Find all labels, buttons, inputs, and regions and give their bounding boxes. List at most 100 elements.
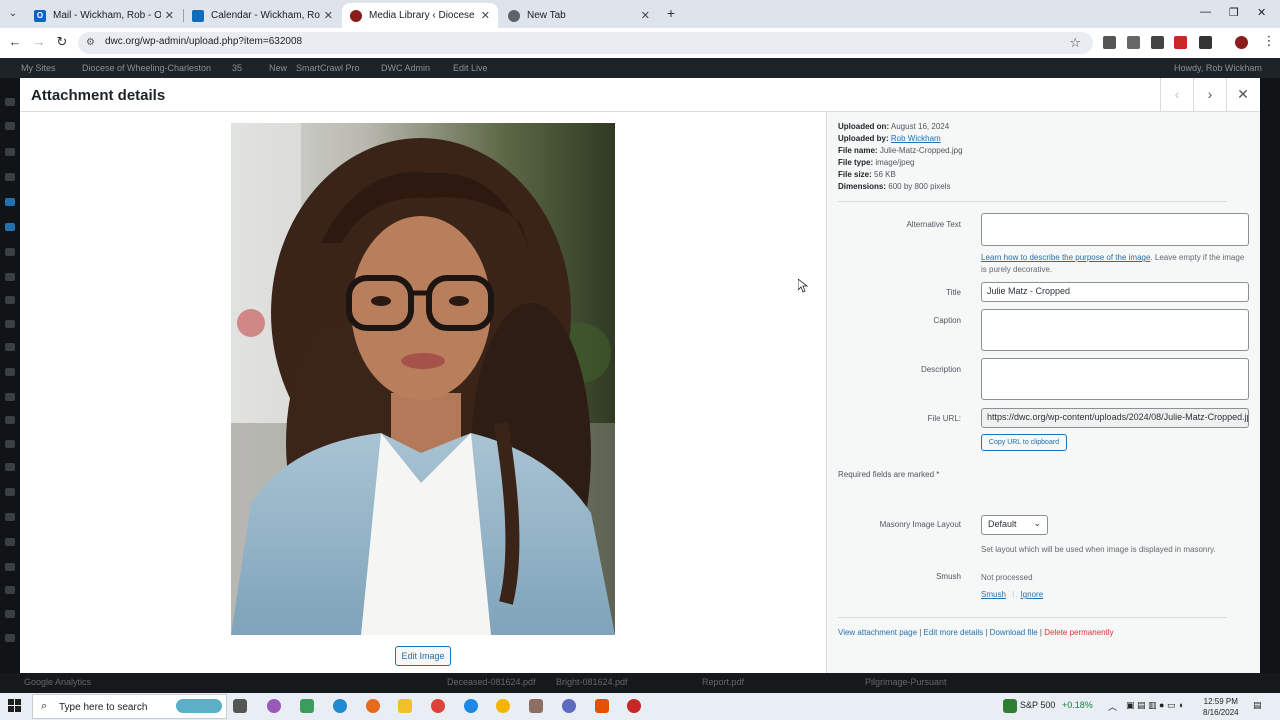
admin-bar-updates[interactable]: 35	[232, 63, 242, 73]
description-field[interactable]	[981, 358, 1249, 400]
backdrop-right	[1260, 78, 1280, 673]
back-icon[interactable]: ←	[6, 34, 24, 49]
close-tab-icon[interactable]: ✕	[165, 9, 174, 22]
puzzle-extensions-icon[interactable]	[1199, 36, 1212, 49]
file-size-value: 56 KB	[874, 170, 896, 179]
chrome-icon	[508, 9, 520, 22]
extension-icon[interactable]	[1103, 36, 1116, 49]
file-explorer-icon[interactable]	[398, 699, 412, 713]
backdrop-text: Pilgrimage-Pursuant	[865, 677, 947, 687]
smush-link[interactable]: Smush	[981, 590, 1006, 599]
admin-bar-new[interactable]: New	[269, 63, 287, 73]
edit-image-button[interactable]: Edit Image	[395, 646, 451, 666]
notifications-icon[interactable]: ▤	[1253, 700, 1262, 711]
title-label: Title	[946, 288, 961, 297]
admin-bar-dwc-admin[interactable]: DWC Admin	[381, 63, 430, 73]
ignore-link[interactable]: Ignore	[1020, 590, 1043, 599]
profile-avatar[interactable]	[1235, 36, 1248, 49]
close-tab-icon[interactable]: ✕	[641, 9, 650, 22]
masonry-layout-select[interactable]: Default ⌄	[981, 515, 1048, 535]
uploaded-by-link[interactable]: Rob Wickham	[891, 134, 941, 143]
download-file-link[interactable]: Download file	[990, 628, 1038, 637]
smush-actions: Smush | Ignore	[981, 590, 1044, 599]
tab-new-tab[interactable]: New Tab ✕	[500, 3, 658, 28]
attachment-actions: View attachment page | Edit more details…	[838, 628, 1114, 637]
file-url-label: File URL:	[927, 414, 961, 423]
browser-toolbar: ← → ↻ ⚙ dwc.org/wp-admin/upload.php?item…	[0, 28, 1280, 58]
divider	[838, 617, 1227, 618]
admin-bar-site-name[interactable]: Diocese of Wheeling-Charleston	[82, 63, 211, 73]
tray-icons[interactable]: ▣ ▤ ▥ ● ▭ ◖	[1126, 700, 1183, 711]
backdrop-text: Google Analytics	[24, 677, 92, 687]
site-info-icon[interactable]: ⚙	[86, 37, 98, 49]
tab-title: Calendar - Wickham, Rob - Out	[211, 10, 320, 21]
tray-chevron-icon[interactable]: ︿	[1108, 700, 1117, 713]
copilot-icon[interactable]	[267, 699, 281, 713]
modal-title: Attachment details	[31, 87, 166, 104]
app-icon[interactable]	[595, 699, 609, 713]
title-field[interactable]: Julie Matz - Cropped	[981, 282, 1249, 302]
address-bar[interactable]: ⚙ dwc.org/wp-admin/upload.php?item=63200…	[78, 32, 1093, 54]
edge-icon[interactable]	[333, 699, 347, 713]
stock-change: +0.18%	[1062, 700, 1093, 710]
new-tab-plus-icon[interactable]: +	[664, 5, 678, 21]
task-view-icon[interactable]	[233, 699, 247, 713]
backdrop-bottom: Google Analytics Deceased-081624.pdf Bri…	[0, 673, 1280, 693]
close-tab-icon[interactable]: ✕	[481, 9, 490, 22]
caption-field[interactable]	[981, 309, 1249, 351]
browser-tab-strip: ⌄ O Mail - Wickham, Rob - Outlook ✕ Cale…	[0, 0, 1280, 28]
search-icon: ⌕	[41, 700, 48, 712]
close-modal-button[interactable]: ✕	[1226, 78, 1259, 112]
edit-more-details-link[interactable]: Edit more details	[924, 628, 984, 637]
app-icon[interactable]	[464, 699, 478, 713]
dimensions-value: 600 by 800 pixels	[888, 182, 951, 191]
tab-outlook-calendar[interactable]: Calendar - Wickham, Rob - Out ✕	[184, 3, 341, 28]
app-icon[interactable]	[300, 699, 314, 713]
next-attachment-button[interactable]: ›	[1193, 78, 1226, 112]
restore-icon[interactable]: ❐	[1229, 6, 1239, 19]
app-icon[interactable]	[627, 699, 641, 713]
masonry-layout-help: Set layout which will be used when image…	[981, 545, 1216, 554]
firefox-icon[interactable]	[366, 699, 380, 713]
window-close-icon[interactable]: ✕	[1257, 6, 1266, 19]
extension-icon[interactable]	[1151, 36, 1164, 49]
reload-icon[interactable]: ↻	[53, 34, 71, 50]
tab-outlook-mail[interactable]: O Mail - Wickham, Rob - Outlook ✕	[26, 3, 182, 28]
attachment-image	[231, 123, 615, 635]
required-fields-note: Required fields are marked *	[838, 470, 940, 479]
portrait-photo	[231, 123, 615, 635]
previous-attachment-button[interactable]: ‹	[1160, 78, 1193, 112]
bookmark-star-icon[interactable]: ☆	[1069, 35, 1081, 51]
windows-start-icon[interactable]	[8, 699, 22, 713]
file-url-field[interactable]: https://dwc.org/wp-content/uploads/2024/…	[981, 408, 1249, 428]
smush-status: Not processed	[981, 573, 1033, 582]
alt-text-field[interactable]	[981, 213, 1249, 246]
admin-bar-smartcrawl[interactable]: SmartCrawl Pro	[296, 63, 360, 73]
admin-bar-greeting[interactable]: Howdy, Rob Wickham	[1174, 63, 1262, 73]
admin-bar-my-sites[interactable]: My Sites	[21, 63, 56, 73]
smush-label: Smush	[936, 572, 961, 581]
new-badge-extension-icon[interactable]	[1174, 36, 1187, 49]
app-icon[interactable]	[529, 699, 543, 713]
extension-icon[interactable]	[1127, 36, 1140, 49]
delete-permanently-link[interactable]: Delete permanently	[1044, 628, 1113, 637]
alt-text-help-link[interactable]: Learn how to describe the purpose of the…	[981, 253, 1150, 262]
tab-media-library[interactable]: Media Library ‹ Diocese of Whe ✕	[342, 3, 498, 28]
browser-menu-icon[interactable]: ⋮	[1260, 33, 1278, 49]
attachment-details-panel: Uploaded on: August 16, 2024 Uploaded by…	[826, 112, 1260, 673]
close-tab-icon[interactable]: ✕	[324, 9, 333, 22]
tab-search-icon[interactable]: ⌄	[4, 5, 22, 23]
admin-menu-sidebar	[0, 78, 20, 673]
app-icon[interactable]	[496, 699, 510, 713]
chrome-taskbar-icon[interactable]	[431, 699, 445, 713]
forward-icon[interactable]: →	[30, 34, 48, 49]
tab-title: New Tab	[527, 10, 566, 21]
minimize-icon[interactable]: —	[1200, 6, 1211, 18]
app-icon[interactable]	[562, 699, 576, 713]
stock-name[interactable]: S&P 500	[1020, 700, 1055, 710]
system-clock[interactable]: 12:59 PM 8/16/2024	[1203, 696, 1239, 718]
copy-url-button[interactable]: Copy URL to clipboard	[981, 434, 1067, 451]
admin-bar-edit-live[interactable]: Edit Live	[453, 63, 488, 73]
view-attachment-page-link[interactable]: View attachment page	[838, 628, 917, 637]
tab-title: Mail - Wickham, Rob - Outlook	[53, 10, 161, 21]
